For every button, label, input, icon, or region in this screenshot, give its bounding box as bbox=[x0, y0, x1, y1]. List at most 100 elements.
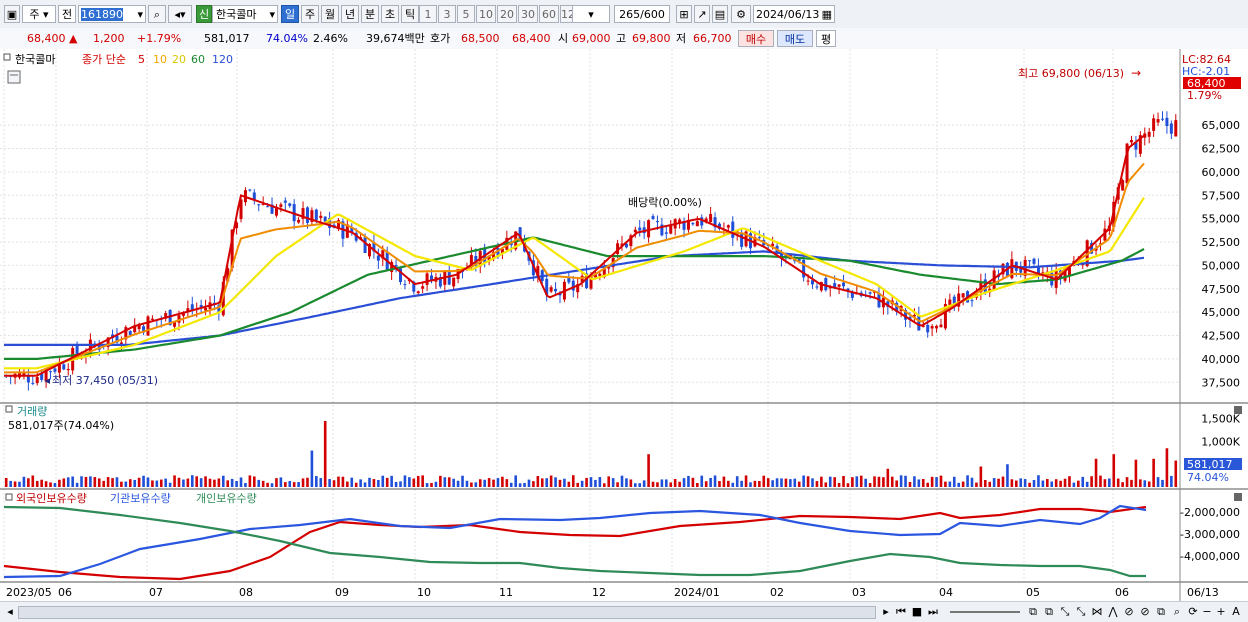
candle-body bbox=[1169, 123, 1173, 134]
stock-name[interactable]: 한국콜마 ▾ bbox=[212, 5, 278, 23]
price-chart[interactable]: 37,500 40,000 42,500 45,000 47,500 50,000 52,5… bbox=[0, 49, 1248, 601]
tool-icon-7[interactable]: ⊘ bbox=[1122, 604, 1136, 619]
volume-bar bbox=[567, 481, 571, 487]
save-icon[interactable]: ▤ bbox=[712, 5, 728, 23]
interval-5[interactable]: 5 bbox=[457, 5, 475, 23]
trend-icon[interactable]: ↗ bbox=[694, 5, 710, 23]
tool-icon-4[interactable]: ⤡ bbox=[1074, 604, 1088, 619]
candle-body bbox=[935, 325, 939, 329]
layout-icon[interactable]: ▣ bbox=[4, 5, 20, 23]
count-field[interactable]: 265/600 bbox=[614, 5, 670, 23]
period-틱[interactable]: 틱 bbox=[401, 5, 419, 23]
volume-bar bbox=[784, 478, 788, 487]
candle-body bbox=[939, 324, 943, 328]
candle-body bbox=[416, 291, 420, 294]
period-주[interactable]: 주 bbox=[301, 5, 319, 23]
period-일[interactable]: 일 bbox=[281, 5, 299, 23]
volume-bar bbox=[775, 478, 779, 487]
eval-button[interactable]: 평 bbox=[816, 30, 836, 47]
holdings-tick-label: -2,000,000 bbox=[1180, 506, 1240, 519]
period-년[interactable]: 년 bbox=[341, 5, 359, 23]
date-value: 2024/06/13 bbox=[756, 8, 820, 21]
interval-dropdown[interactable]: ▾ bbox=[572, 5, 610, 23]
search-icon[interactable]: ⌕ bbox=[148, 5, 166, 23]
volume-bar bbox=[806, 476, 810, 487]
zoom-out-icon[interactable]: − bbox=[1200, 604, 1214, 619]
buy-button[interactable]: 매수 bbox=[738, 30, 774, 47]
sell-button[interactable]: 매도 bbox=[777, 30, 813, 47]
tool-icon-5[interactable]: ⋈ bbox=[1090, 604, 1104, 619]
volume-bar bbox=[124, 481, 128, 487]
candle-body bbox=[961, 293, 965, 298]
volume-bar bbox=[1023, 479, 1027, 487]
volume-bar bbox=[1010, 479, 1014, 487]
interval-30[interactable]: 30 bbox=[518, 5, 538, 23]
date-field[interactable]: 2024/06/13 ▦ bbox=[753, 5, 835, 23]
interval-60[interactable]: 60 bbox=[539, 5, 559, 23]
volume-bar bbox=[727, 480, 730, 487]
candle-body bbox=[726, 225, 730, 228]
period-월[interactable]: 월 bbox=[321, 5, 339, 23]
volume-bar bbox=[328, 479, 331, 487]
speaker-icon[interactable]: ◂▾ bbox=[168, 5, 192, 23]
candle-body bbox=[204, 307, 208, 311]
volume-bar bbox=[917, 479, 921, 487]
interval-10[interactable]: 10 bbox=[476, 5, 496, 23]
code-input[interactable]: 161890 ▾ bbox=[78, 5, 146, 23]
volume-bar bbox=[315, 475, 318, 487]
scroll-left-icon[interactable]: ◂ bbox=[4, 604, 16, 619]
volume-value-label: 581,017주(74.04%) bbox=[8, 419, 114, 432]
reset-icon[interactable]: ⟳ bbox=[1186, 604, 1200, 619]
period-분[interactable]: 분 bbox=[361, 5, 379, 23]
draw-tool-icon[interactable]: ⊞ bbox=[676, 5, 692, 23]
scroll-right-icon[interactable]: ▸ bbox=[880, 604, 892, 619]
volume-bar bbox=[244, 483, 247, 487]
chart-toolbar: ▣ 주 ▾ 전 161890 ▾ ⌕ ◂▾ 신 한국콜마 ▾ 일주월년분초틱 135… bbox=[0, 0, 1248, 29]
volume-bar bbox=[204, 476, 207, 487]
zoom-slider[interactable] bbox=[950, 611, 1020, 613]
tool-icon-6[interactable]: ⋀ bbox=[1106, 604, 1120, 619]
trade-amount: 39,674백만 bbox=[366, 32, 425, 45]
y-tick-label: 52,500 bbox=[1202, 236, 1241, 249]
candle-body bbox=[62, 364, 66, 370]
tool-icon-9[interactable]: ⧉ bbox=[1154, 604, 1168, 619]
volume-bar bbox=[359, 479, 362, 487]
x-tick-label: 06/13 bbox=[1187, 586, 1219, 599]
volume-bar bbox=[1081, 476, 1085, 487]
font-size-icon[interactable]: A bbox=[1228, 604, 1244, 619]
volume-bar bbox=[279, 477, 283, 487]
zoom-in-icon[interactable]: + bbox=[1214, 604, 1228, 619]
candle-body bbox=[1147, 131, 1151, 137]
candle-body bbox=[447, 272, 451, 285]
last-icon[interactable]: ⏭ bbox=[926, 604, 940, 619]
volume-bar bbox=[434, 481, 438, 487]
high-price: 69,800 bbox=[632, 32, 671, 45]
first-icon[interactable]: ⏮ bbox=[894, 604, 908, 619]
volume-bar bbox=[195, 476, 199, 487]
tool-icon-3[interactable]: ⤡ bbox=[1058, 604, 1072, 619]
period-select[interactable]: 주 ▾ bbox=[22, 5, 56, 23]
gear-icon[interactable]: ⚙ bbox=[731, 5, 751, 23]
volume-bar bbox=[221, 475, 225, 487]
zoom-icon[interactable]: ⌕ bbox=[1170, 604, 1184, 619]
y-tick-label: 37,500 bbox=[1202, 376, 1241, 389]
volume-bar bbox=[607, 476, 611, 487]
prev-button[interactable]: 전 bbox=[58, 5, 76, 23]
volume-bar bbox=[523, 483, 526, 487]
period-초[interactable]: 초 bbox=[381, 5, 399, 23]
candle-body bbox=[1156, 119, 1160, 123]
interval-20[interactable]: 20 bbox=[497, 5, 517, 23]
scrollbar-track[interactable] bbox=[18, 606, 876, 619]
interval-3[interactable]: 3 bbox=[438, 5, 456, 23]
tool-icon-1[interactable]: ⧉ bbox=[1026, 604, 1040, 619]
volume-bar bbox=[851, 477, 854, 487]
tool-icon-2[interactable]: ⧉ bbox=[1042, 604, 1056, 619]
tool-icon-8[interactable]: ⊘ bbox=[1138, 604, 1152, 619]
y-tick-label: 42,500 bbox=[1202, 330, 1241, 343]
volume-bar bbox=[749, 482, 752, 487]
volume-bar bbox=[957, 482, 961, 487]
stop-icon[interactable]: ■ bbox=[910, 604, 924, 619]
interval-1[interactable]: 1 bbox=[419, 5, 437, 23]
volume-bar bbox=[1103, 479, 1107, 487]
y-tick-label: 57,500 bbox=[1202, 189, 1241, 202]
